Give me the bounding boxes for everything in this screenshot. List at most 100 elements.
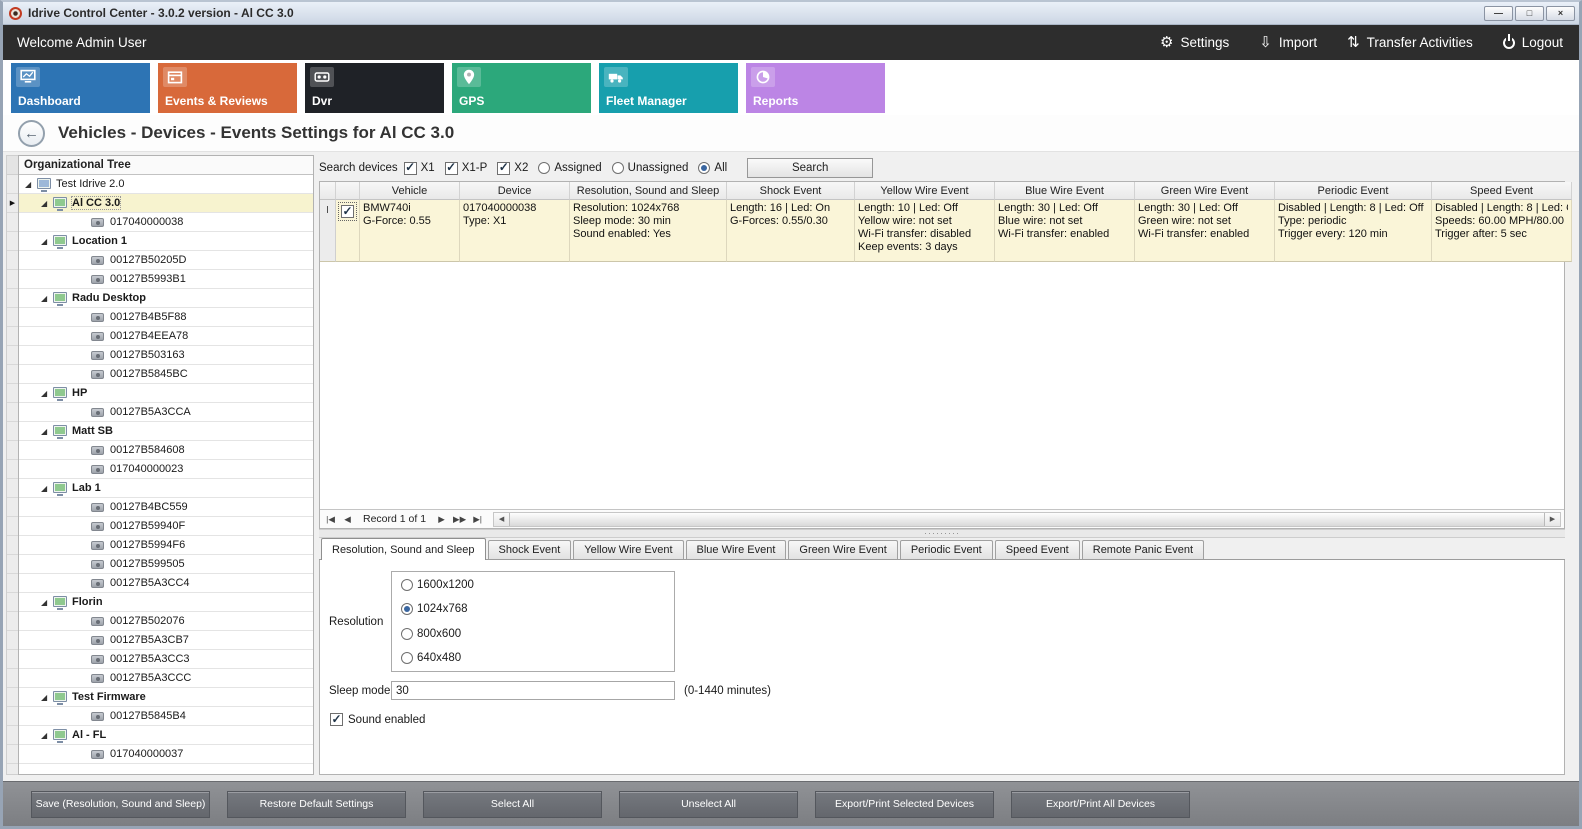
filter-assigned[interactable]: Assigned [538, 162, 601, 174]
expand-icon[interactable]: ◢ [41, 731, 53, 740]
tab-resolution-sound-and-sleep[interactable]: Resolution, Sound and Sleep [321, 538, 486, 560]
tree-item-00127b5a3cc4[interactable]: 00127B5A3CC4 [19, 574, 313, 593]
unselect-all-button[interactable]: Unselect All [619, 791, 798, 818]
tab-periodic-event[interactable]: Periodic Event [900, 540, 993, 559]
restore-default-settings-button[interactable]: Restore Default Settings [227, 791, 406, 818]
search-button[interactable]: Search [747, 158, 873, 178]
tree-item-00127b584608[interactable]: 00127B584608 [19, 441, 313, 460]
tile-gps[interactable]: GPS [452, 63, 591, 113]
first-record-button[interactable]: |◀ [323, 514, 338, 525]
tree-item-hp[interactable]: ◢HP [19, 384, 313, 403]
maximize-button[interactable]: □ [1515, 6, 1544, 21]
tab-blue-wire-event[interactable]: Blue Wire Event [686, 540, 787, 559]
column-header-speed-event[interactable]: Speed Event [1432, 182, 1572, 200]
logout-button[interactable]: Logout [1503, 35, 1563, 50]
tree-item-00127b5845b4[interactable]: 00127B5845B4 [19, 707, 313, 726]
tab-yellow-wire-event[interactable]: Yellow Wire Event [573, 540, 683, 559]
column-header-periodic-event[interactable]: Periodic Event [1275, 182, 1432, 200]
expand-icon[interactable]: ◢ [41, 199, 53, 208]
tile-events-reviews[interactable]: Events & Reviews [158, 63, 297, 113]
select-all-button[interactable]: Select All [423, 791, 602, 818]
sound-enabled-option[interactable]: Sound enabled [330, 713, 1564, 726]
device-grid-row[interactable]: IBMW740iG-Force: 0.55017040000038Type: X… [320, 200, 1564, 262]
filter-unassigned[interactable]: Unassigned [612, 162, 689, 174]
tree-item-matt-sb[interactable]: ◢Matt SB [19, 422, 313, 441]
tree-item-florin[interactable]: ◢Florin [19, 593, 313, 612]
close-button[interactable]: × [1546, 6, 1575, 21]
tab-remote-panic-event[interactable]: Remote Panic Event [1082, 540, 1204, 559]
tab-shock-event[interactable]: Shock Event [488, 540, 572, 559]
scroll-right-icon[interactable]: ▶ [1545, 513, 1560, 526]
filter-all[interactable]: All [698, 162, 727, 174]
scroll-left-icon[interactable]: ◀ [494, 513, 509, 526]
column-header-shock-event[interactable]: Shock Event [727, 182, 855, 200]
expand-icon[interactable]: ◢ [41, 693, 53, 702]
tree-item-00127b4bc559[interactable]: 00127B4BC559 [19, 498, 313, 517]
expand-icon[interactable]: ◢ [41, 389, 53, 398]
tree-item-017040000038[interactable]: 017040000038 [19, 213, 313, 232]
tree-item-00127b5a3cc3[interactable]: 00127B5A3CC3 [19, 650, 313, 669]
import-button[interactable]: ⇩ Import [1259, 35, 1317, 50]
export-print-all-devices-button[interactable]: Export/Print All Devices [1011, 791, 1190, 818]
expand-icon[interactable]: ◢ [25, 180, 37, 189]
tab-speed-event[interactable]: Speed Event [995, 540, 1080, 559]
tree-item-00127b50205d[interactable]: 00127B50205D [19, 251, 313, 270]
last-record-button[interactable]: ▶| [470, 514, 485, 525]
save-resolution-sound-and-sleep-button[interactable]: Save (Resolution, Sound and Sleep) [31, 791, 210, 818]
tile-dvr[interactable]: Dvr [305, 63, 444, 113]
export-print-selected-devices-button[interactable]: Export/Print Selected Devices [815, 791, 994, 818]
tile-dashboard[interactable]: Dashboard [11, 63, 150, 113]
prev-record-button[interactable]: ◀ [340, 514, 355, 525]
tree-item-017040000023[interactable]: 017040000023 [19, 460, 313, 479]
tree-item-00127b503163[interactable]: 00127B503163 [19, 346, 313, 365]
scrollbar-thumb[interactable] [509, 513, 1545, 526]
panel-splitter[interactable] [319, 529, 1565, 538]
sleep-mode-input[interactable]: 30 [391, 681, 675, 700]
column-header-blue-wire-event[interactable]: Blue Wire Event [995, 182, 1135, 200]
tree-item-00127b5a3ccc[interactable]: 00127B5A3CCC [19, 669, 313, 688]
expand-icon[interactable]: ◢ [41, 484, 53, 493]
column-header-green-wire-event[interactable]: Green Wire Event [1135, 182, 1275, 200]
tree-item-test-idrive-2-0[interactable]: ◢Test Idrive 2.0 [19, 175, 313, 194]
tree-item-location-1[interactable]: ◢Location 1 [19, 232, 313, 251]
resolution-option-800x600[interactable]: 800x600 [401, 628, 665, 640]
resolution-option-640x480[interactable]: 640x480 [401, 652, 665, 664]
expand-icon[interactable]: ◢ [41, 237, 53, 246]
tree-item-017040000037[interactable]: 017040000037 [19, 745, 313, 764]
tab-green-wire-event[interactable]: Green Wire Event [788, 540, 897, 559]
tree-item-00127b599505[interactable]: 00127B599505 [19, 555, 313, 574]
tree-item-00127b5a3cca[interactable]: 00127B5A3CCA [19, 403, 313, 422]
expand-icon[interactable]: ◢ [41, 598, 53, 607]
column-header-resolution-sound-and-sleep[interactable]: Resolution, Sound and Sleep [570, 182, 727, 200]
tree-item-lab-1[interactable]: ◢Lab 1 [19, 479, 313, 498]
tree-item-00127b5993b1[interactable]: 00127B5993B1 [19, 270, 313, 289]
resolution-option-1024x768[interactable]: 1024x768 [401, 603, 665, 615]
next-page-button[interactable]: ▶▶ [451, 514, 468, 525]
filter-x2[interactable]: X2 [497, 162, 528, 175]
column-header-yellow-wire-event[interactable]: Yellow Wire Event [855, 182, 995, 200]
next-record-button[interactable]: ▶ [434, 514, 449, 525]
tree-item-al-fl[interactable]: ◢Al - FL [19, 726, 313, 745]
expand-icon[interactable]: ◢ [41, 427, 53, 436]
tree-item-00127b5a3cb7[interactable]: 00127B5A3CB7 [19, 631, 313, 650]
tree-item-00127b5994f6[interactable]: 00127B5994F6 [19, 536, 313, 555]
resolution-option-1600x1200[interactable]: 1600x1200 [401, 579, 665, 591]
filter-x1-p[interactable]: X1-P [445, 162, 488, 175]
row-checkbox-cell[interactable] [336, 200, 360, 262]
minimize-button[interactable]: — [1484, 6, 1513, 21]
tile-reports[interactable]: Reports [746, 63, 885, 113]
tile-fleet-manager[interactable]: Fleet Manager [599, 63, 738, 113]
settings-button[interactable]: ⚙ Settings [1160, 35, 1229, 50]
column-header-vehicle[interactable]: Vehicle [360, 182, 460, 200]
tree-item-al-cc-3-0[interactable]: ◢Al CC 3.0 [19, 194, 313, 213]
tree-item-00127b5845bc[interactable]: 00127B5845BC [19, 365, 313, 384]
back-button[interactable]: ← [18, 120, 45, 147]
filter-x1[interactable]: X1 [404, 162, 435, 175]
tree-item-00127b502076[interactable]: 00127B502076 [19, 612, 313, 631]
sound-enabled-checkbox[interactable] [330, 713, 343, 726]
tree-item-00127b4eea78[interactable]: 00127B4EEA78 [19, 327, 313, 346]
row-select-checkbox[interactable] [341, 205, 354, 218]
expand-icon[interactable]: ◢ [41, 294, 53, 303]
horizontal-scrollbar[interactable]: ◀ ▶ [493, 512, 1561, 527]
transfer-activities-button[interactable]: ⇅ Transfer Activities [1347, 35, 1473, 50]
